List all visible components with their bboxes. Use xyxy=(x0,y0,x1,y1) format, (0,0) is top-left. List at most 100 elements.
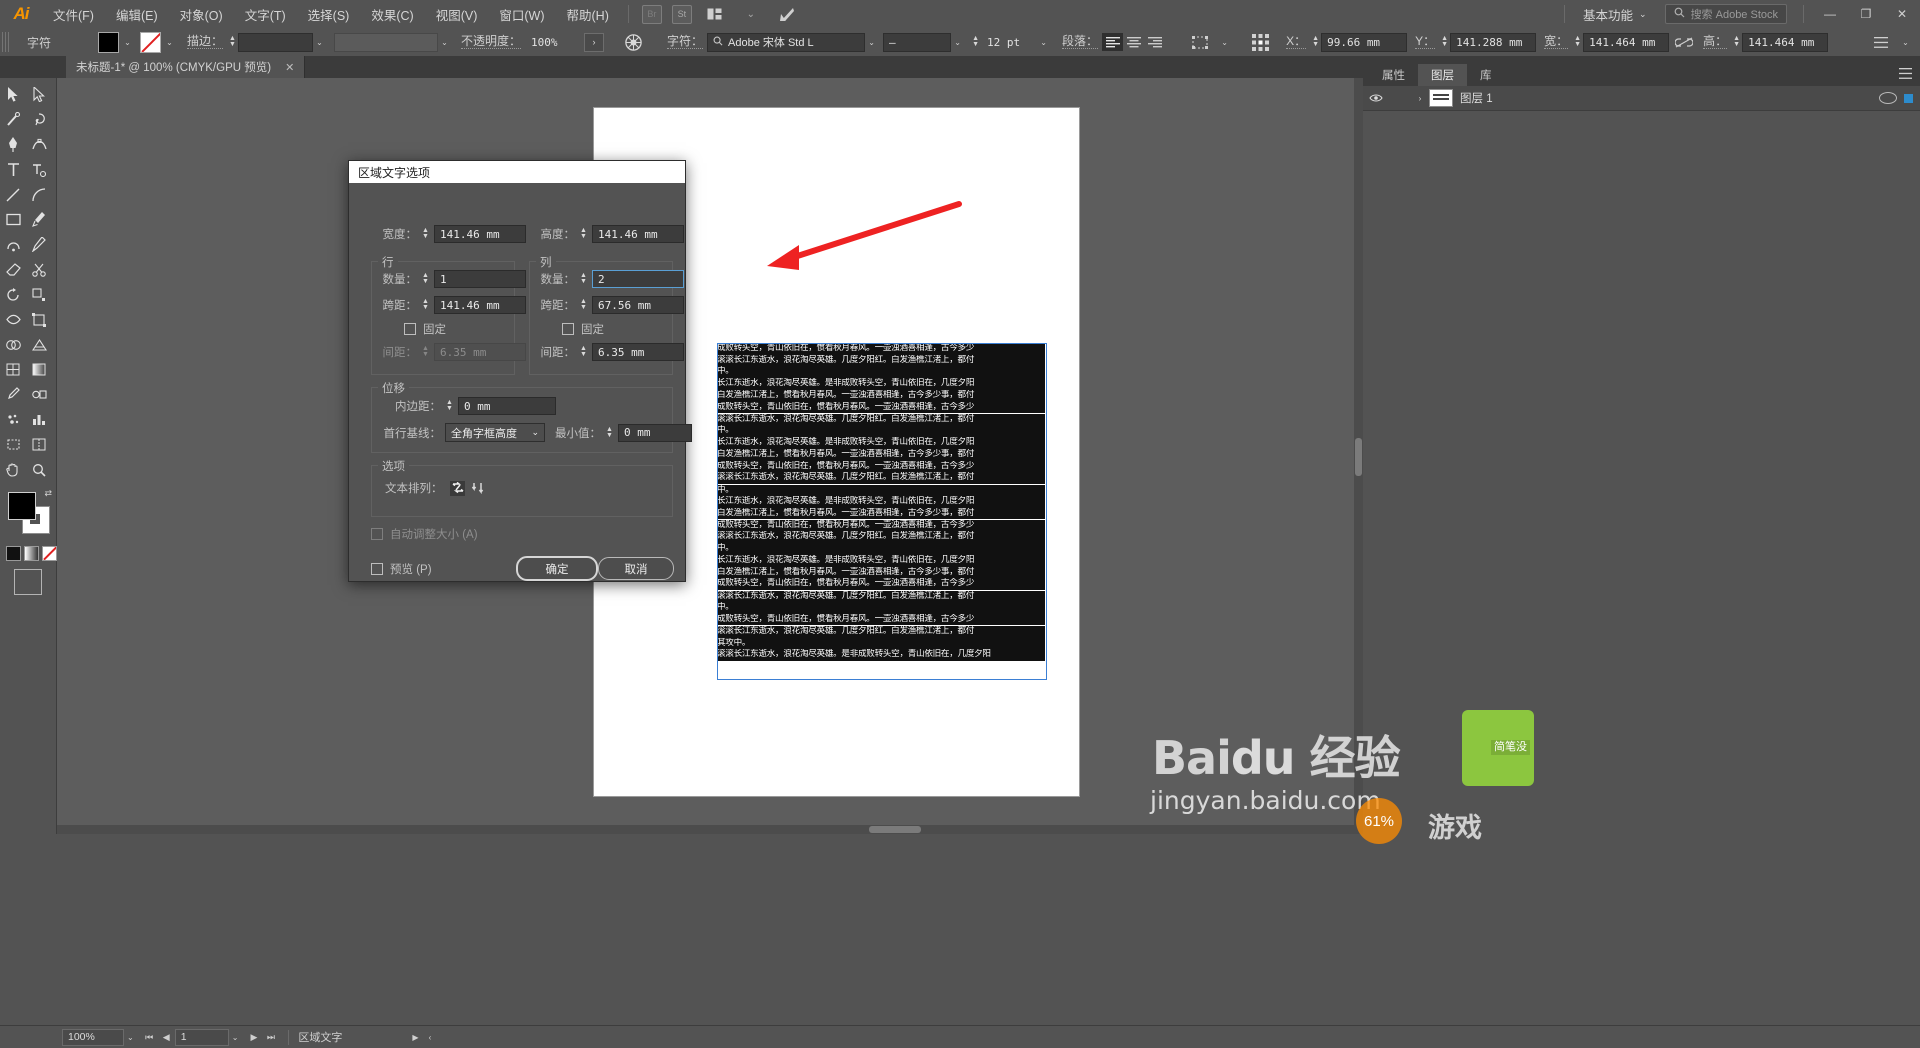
inset-input[interactable]: 0 mm xyxy=(458,397,556,415)
font-style-chevron-down-icon[interactable]: ⌄ xyxy=(951,33,964,52)
cols-fixed-row[interactable]: 固定 xyxy=(562,321,604,337)
control-bar-overflow-chevron-icon[interactable]: ⌄ xyxy=(1899,33,1912,52)
width-input[interactable]: 141.464 mm xyxy=(1583,32,1670,52)
shaper-tool[interactable] xyxy=(0,232,26,257)
rows-count-input[interactable]: 1 xyxy=(434,270,526,288)
baseline-select[interactable]: 全角字框高度 ⌄ xyxy=(445,423,545,442)
gradient-button[interactable] xyxy=(24,546,39,561)
x-input[interactable]: 99.66 mm xyxy=(1321,32,1408,52)
swap-fill-stroke-icon[interactable]: ⇄ xyxy=(44,488,52,499)
menu-help[interactable]: 帮助(H) xyxy=(556,0,620,28)
cols-fixed-checkbox[interactable] xyxy=(562,323,574,335)
gradient-tool[interactable] xyxy=(26,357,52,382)
layer-row[interactable]: › 图层 1 xyxy=(1363,86,1920,111)
fill-swatch[interactable] xyxy=(98,31,119,53)
artboard-tool[interactable] xyxy=(0,432,26,457)
line-segment-tool[interactable] xyxy=(0,182,26,207)
preview-checkbox[interactable] xyxy=(371,563,383,575)
panel-menu-icon[interactable] xyxy=(1899,68,1912,82)
zoom-chevron-down-icon[interactable]: ⌄ xyxy=(127,1033,134,1042)
ok-button[interactable]: 确定 xyxy=(516,556,598,581)
next-artboard-button[interactable]: ▶ xyxy=(245,1030,262,1045)
mesh-tool[interactable] xyxy=(0,357,26,382)
prev-artboard-button[interactable]: ◀ xyxy=(158,1030,175,1045)
rows-span-input[interactable]: 141.46 mm xyxy=(434,296,526,314)
shape-builder-tool[interactable] xyxy=(0,332,26,357)
screen-mode-button[interactable] xyxy=(14,569,42,595)
type-tool[interactable] xyxy=(0,157,26,182)
unlink-proportions-icon[interactable] xyxy=(1671,33,1697,52)
x-label[interactable]: X： xyxy=(1286,35,1307,49)
touch-type-tool[interactable] xyxy=(26,157,52,182)
tab-layers[interactable]: 图层 xyxy=(1418,64,1467,86)
align-left-icon[interactable] xyxy=(1102,33,1124,51)
font-family-chevron-down-icon[interactable]: ⌄ xyxy=(865,33,878,52)
cols-count-input[interactable]: 2 xyxy=(592,270,684,288)
eraser-tool[interactable] xyxy=(0,257,26,282)
status-left-chevron-icon[interactable]: ‹ xyxy=(429,1033,432,1042)
x-stepper[interactable]: ▲ ▼ xyxy=(1310,35,1321,48)
curvature-tool[interactable] xyxy=(26,132,52,157)
tab-libraries[interactable]: 库 xyxy=(1467,64,1505,86)
font-style-select[interactable]: — xyxy=(883,32,952,52)
layer-target-icon[interactable] xyxy=(1879,92,1897,104)
paragraph-label[interactable]: 段落： xyxy=(1062,35,1099,49)
dialog-height-stepper[interactable]: ▲ ▼ xyxy=(578,227,589,240)
dialog-title-bar[interactable]: 区域文字选项 xyxy=(349,161,685,183)
width-stepper[interactable]: ▲ ▼ xyxy=(1572,35,1583,48)
paintbrush-tool[interactable] xyxy=(26,207,52,232)
stroke-swatch-group[interactable]: ⌄ xyxy=(140,31,176,53)
menu-type[interactable]: 文字(T) xyxy=(234,0,297,28)
opacity-label[interactable]: 不透明度： xyxy=(461,35,522,49)
document-tab[interactable]: 未标题-1* @ 100% (CMYK/GPU 预览) ✕ xyxy=(66,56,306,78)
reference-point-icon[interactable] xyxy=(1247,33,1273,52)
stroke-weight-stepper[interactable]: ▲ ▼ xyxy=(227,35,238,48)
hand-tool[interactable] xyxy=(0,457,26,482)
cols-count-stepper[interactable]: ▲ ▼ xyxy=(578,272,589,285)
y-input[interactable]: 141.288 mm xyxy=(1450,32,1537,52)
rows-fixed-checkbox[interactable] xyxy=(404,323,416,335)
area-type-chevron-down-icon[interactable]: ⌄ xyxy=(1218,33,1231,52)
zoom-level-input[interactable]: 100% xyxy=(62,1028,124,1046)
pen-tool[interactable] xyxy=(0,132,26,157)
none-button[interactable] xyxy=(42,546,57,561)
arrange-chevron-down-icon[interactable]: ⌄ xyxy=(738,5,764,24)
scale-tool[interactable] xyxy=(26,282,52,307)
menu-view[interactable]: 视图(V) xyxy=(425,0,489,28)
last-artboard-button[interactable]: ⏭ xyxy=(262,1030,279,1045)
font-size-stepper[interactable]: ▲ ▼ xyxy=(970,35,981,48)
selection-tool[interactable] xyxy=(0,82,26,107)
minimize-button[interactable]: — xyxy=(1812,0,1848,28)
layer-selection-indicator[interactable] xyxy=(1904,93,1913,103)
adobe-app-icon[interactable] xyxy=(774,5,800,24)
menu-object[interactable]: 对象(O) xyxy=(169,0,234,28)
min-stepper[interactable]: ▲ ▼ xyxy=(604,426,615,439)
column-graph-tool[interactable] xyxy=(26,407,52,432)
font-size-chevron-down-icon[interactable]: ⌄ xyxy=(1037,33,1050,52)
menu-file[interactable]: 文件(F) xyxy=(42,0,105,28)
symbol-sprayer-tool[interactable] xyxy=(0,407,26,432)
rows-count-stepper[interactable]: ▲ ▼ xyxy=(420,272,431,285)
workspace-switcher[interactable]: 基本功能 ⌄ xyxy=(1573,5,1657,24)
area-type-options-dialog[interactable]: 区域文字选项 宽度： ▲ ▼ 141.46 mm 高度： ▲ ▼ 141.46 mm… xyxy=(348,160,692,582)
area-type-object[interactable]: 成败转头空，青山依旧在，惯看秋月春风。一壶浊酒喜相逢，古今多少 滚滚长江东逝水，浪… xyxy=(717,343,1045,678)
dialog-width-input[interactable]: 141.46 mm xyxy=(434,225,526,243)
y-label[interactable]: Y： xyxy=(1415,35,1436,49)
opacity-flyout-button[interactable]: › xyxy=(584,32,605,52)
stroke-weight-chevron-down-icon[interactable]: ⌄ xyxy=(313,33,326,52)
y-stepper[interactable]: ▲ ▼ xyxy=(1439,35,1450,48)
stroke-profile-select[interactable] xyxy=(334,32,439,52)
direct-selection-tool[interactable] xyxy=(26,82,52,107)
font-size-input[interactable]: 12 pt xyxy=(981,32,1038,52)
layer-name[interactable]: 图层 1 xyxy=(1460,90,1879,106)
fill-swatch-group[interactable]: ⌄ xyxy=(98,31,134,53)
control-bar-grip[interactable] xyxy=(2,32,11,52)
scissors-tool[interactable] xyxy=(26,257,52,282)
dialog-width-stepper[interactable]: ▲ ▼ xyxy=(420,227,431,240)
width-label[interactable]: 宽： xyxy=(1544,35,1569,49)
canvas-horizontal-scrollbar[interactable] xyxy=(57,825,1363,834)
rotate-tool[interactable] xyxy=(0,282,26,307)
cancel-button[interactable]: 取消 xyxy=(598,557,674,580)
recolor-artwork-icon[interactable] xyxy=(620,33,646,52)
vertical-scroll-thumb[interactable] xyxy=(1355,438,1362,476)
